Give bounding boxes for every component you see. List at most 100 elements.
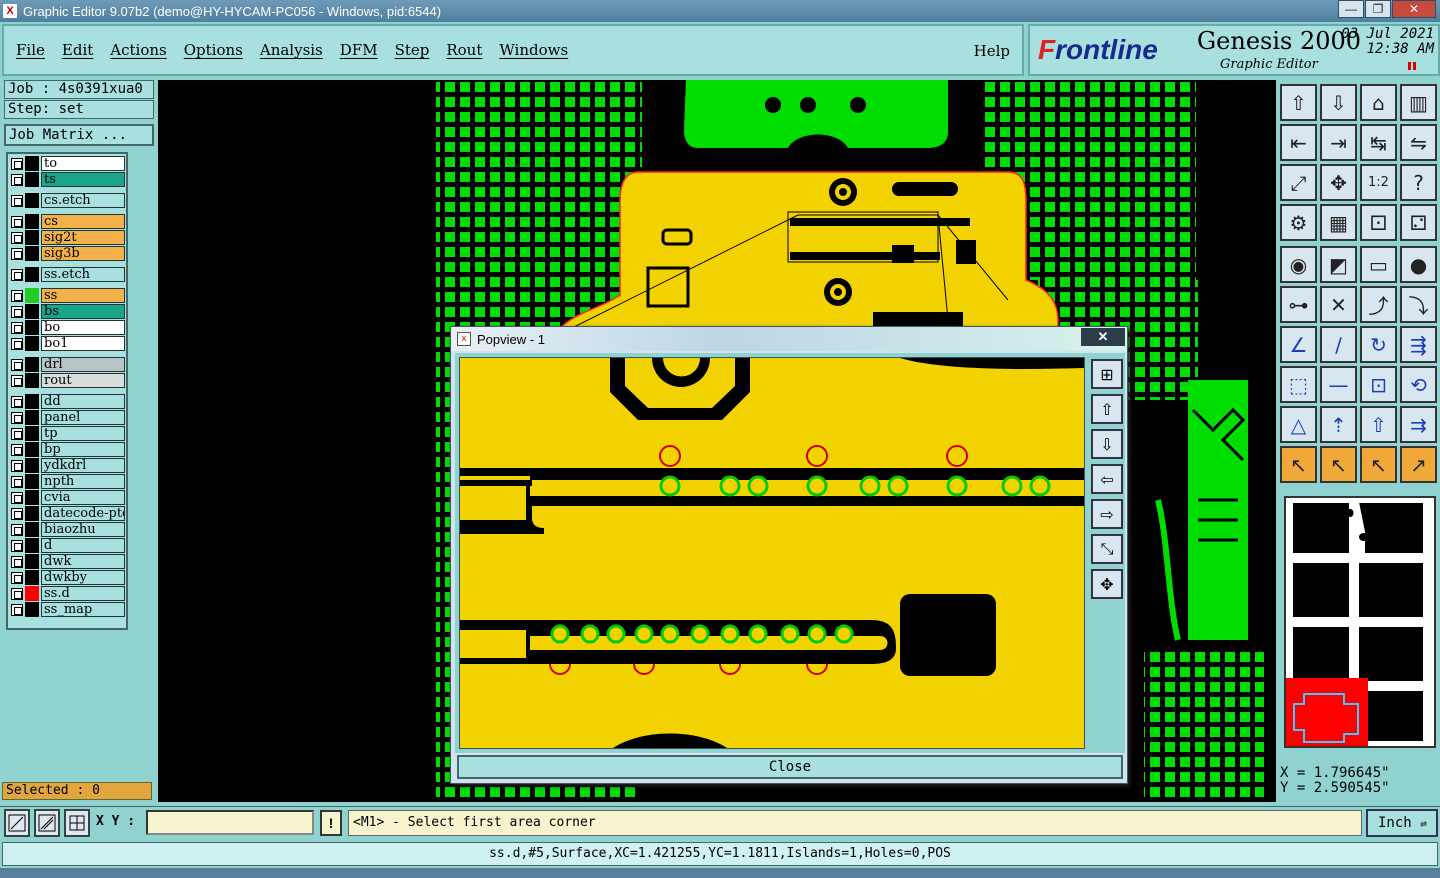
layer-affect-checkbox[interactable]: [11, 194, 23, 207]
export-icon[interactable]: ⇥: [1320, 124, 1357, 161]
line-tool-icon[interactable]: ∕: [1320, 326, 1357, 363]
layer-name[interactable]: bs: [41, 304, 125, 319]
grid-snap-icon[interactable]: [64, 809, 90, 837]
layer-affect-checkbox[interactable]: [11, 247, 23, 260]
layer-name[interactable]: ss.d: [41, 586, 125, 601]
layer-display-swatch[interactable]: [25, 246, 39, 261]
layer-highlight-icon[interactable]: ⚁: [1400, 204, 1437, 241]
layer-name[interactable]: datecode-ptc: [41, 506, 125, 521]
layer-affect-checkbox[interactable]: [11, 305, 23, 318]
rotate-icon[interactable]: ⟲: [1400, 366, 1437, 403]
popview-up-icon[interactable]: ⇧: [1091, 394, 1123, 424]
layer-row-dd[interactable]: dd: [11, 394, 125, 409]
pointer-select-icon[interactable]: ↖: [1320, 446, 1357, 483]
alert-button[interactable]: !: [320, 810, 342, 836]
layer-display-swatch[interactable]: [25, 474, 39, 489]
layer-name[interactable]: d: [41, 538, 125, 553]
maximize-button[interactable]: ❐: [1365, 0, 1391, 18]
popview-pan-icon[interactable]: ✥: [1091, 569, 1123, 599]
layer-affect-checkbox[interactable]: [11, 443, 23, 456]
triangle-warn-icon[interactable]: △: [1280, 406, 1317, 443]
layer-name[interactable]: ts: [41, 172, 125, 187]
arc-tool-icon[interactable]: ↻: [1360, 326, 1397, 363]
layer-compare-icon[interactable]: ⚀: [1360, 204, 1397, 241]
menu-file[interactable]: File: [16, 41, 45, 59]
layer-row-ts[interactable]: ts: [11, 172, 125, 187]
settings-icon[interactable]: ⚙: [1280, 204, 1317, 241]
layer-display-swatch[interactable]: [25, 288, 39, 303]
layer-affect-checkbox[interactable]: [11, 268, 23, 281]
layer-name[interactable]: npth: [41, 474, 125, 489]
pointer-icon[interactable]: ↖: [1280, 446, 1317, 483]
up-arrow-icon[interactable]: ⇡: [1320, 406, 1357, 443]
layer-affect-checkbox[interactable]: [11, 571, 23, 584]
zoom-area-icon[interactable]: [4, 809, 30, 837]
menu-rout[interactable]: Rout: [446, 41, 482, 59]
layer-display-swatch[interactable]: [25, 458, 39, 473]
layer-name[interactable]: dwk: [41, 554, 125, 569]
layer-row-bo[interactable]: bo: [11, 320, 125, 335]
layer-affect-checkbox[interactable]: [11, 475, 23, 488]
layer-affect-checkbox[interactable]: [11, 157, 23, 170]
layer-name[interactable]: biaozhu: [41, 522, 125, 537]
layer-display-swatch[interactable]: [25, 442, 39, 457]
menu-analysis[interactable]: Analysis: [260, 41, 323, 59]
layer-display-swatch[interactable]: [25, 570, 39, 585]
layer-name[interactable]: ydkdrl: [41, 458, 125, 473]
menu-edit[interactable]: Edit: [62, 41, 93, 59]
layer-row-cs-etch[interactable]: cs.etch: [11, 193, 125, 208]
layer-display-swatch[interactable]: [25, 373, 39, 388]
layer-row-dwk[interactable]: dwk: [11, 554, 125, 569]
layer-display-swatch[interactable]: [25, 554, 39, 569]
layer-affect-checkbox[interactable]: [11, 337, 23, 350]
layer-row-d[interactable]: d: [11, 538, 125, 553]
layer-row-ss-etch[interactable]: ss.etch: [11, 267, 125, 282]
panel-overview-map[interactable]: [1278, 496, 1436, 748]
resize-icon[interactable]: ⊡: [1360, 366, 1397, 403]
menu-step[interactable]: Step: [395, 41, 430, 59]
mirror-icon[interactable]: —: [1320, 366, 1357, 403]
layer-display-swatch[interactable]: [25, 267, 39, 282]
popview-titlebar[interactable]: x Popview - 1: [451, 327, 1127, 351]
grid-icon[interactable]: ▦: [1320, 204, 1357, 241]
layer-affect-checkbox[interactable]: [11, 289, 23, 302]
layer-affect-checkbox[interactable]: [11, 374, 23, 387]
layer-name[interactable]: ss_map: [41, 602, 125, 617]
move-feature-icon[interactable]: ⤴: [1360, 286, 1397, 323]
popview-fit-icon[interactable]: ⤡: [1091, 534, 1123, 564]
popview-left-icon[interactable]: ⇦: [1091, 464, 1123, 494]
layer-row-npth[interactable]: npth: [11, 474, 125, 489]
layer-name[interactable]: tp: [41, 426, 125, 441]
layer-name[interactable]: sig3b: [41, 246, 125, 261]
layer-display-swatch[interactable]: [25, 336, 39, 351]
menu-dfm[interactable]: DFM: [340, 41, 378, 59]
snap-center-icon[interactable]: ●: [1400, 246, 1437, 283]
import-icon[interactable]: ⇤: [1280, 124, 1317, 161]
layer-name[interactable]: bp: [41, 442, 125, 457]
layer-affect-checkbox[interactable]: [11, 358, 23, 371]
flip-icon[interactable]: ⇋: [1400, 124, 1437, 161]
layer-display-swatch[interactable]: [25, 602, 39, 617]
layer-affect-checkbox[interactable]: [11, 555, 23, 568]
layer-affect-checkbox[interactable]: [11, 173, 23, 186]
open-step-icon[interactable]: ⇧: [1280, 84, 1317, 121]
popview-close-button[interactable]: Close: [457, 755, 1123, 779]
layer-display-swatch[interactable]: [25, 506, 39, 521]
home-icon[interactable]: ⌂: [1360, 84, 1397, 121]
scale-1-2-icon[interactable]: 1:2: [1360, 164, 1397, 201]
zoom-fit-icon[interactable]: ↹: [1360, 124, 1397, 161]
measure-arrow-icon[interactable]: ⇧: [1360, 406, 1397, 443]
layer-row-sig2t[interactable]: sig2t: [11, 230, 125, 245]
layer-affect-checkbox[interactable]: [11, 523, 23, 536]
layer-affect-checkbox[interactable]: [11, 587, 23, 600]
save-icon[interactable]: ⇩: [1320, 84, 1357, 121]
layer-name[interactable]: cvia: [41, 490, 125, 505]
ruler-icon[interactable]: ▭: [1360, 246, 1397, 283]
layer-display-swatch[interactable]: [25, 410, 39, 425]
layer-display-swatch[interactable]: [25, 394, 39, 409]
layer-display-swatch[interactable]: [25, 538, 39, 553]
layer-display-swatch[interactable]: [25, 522, 39, 537]
connect-nodes-icon[interactable]: ⊶: [1280, 286, 1317, 323]
layer-row-cvia[interactable]: cvia: [11, 490, 125, 505]
layer-name[interactable]: bo1: [41, 336, 125, 351]
